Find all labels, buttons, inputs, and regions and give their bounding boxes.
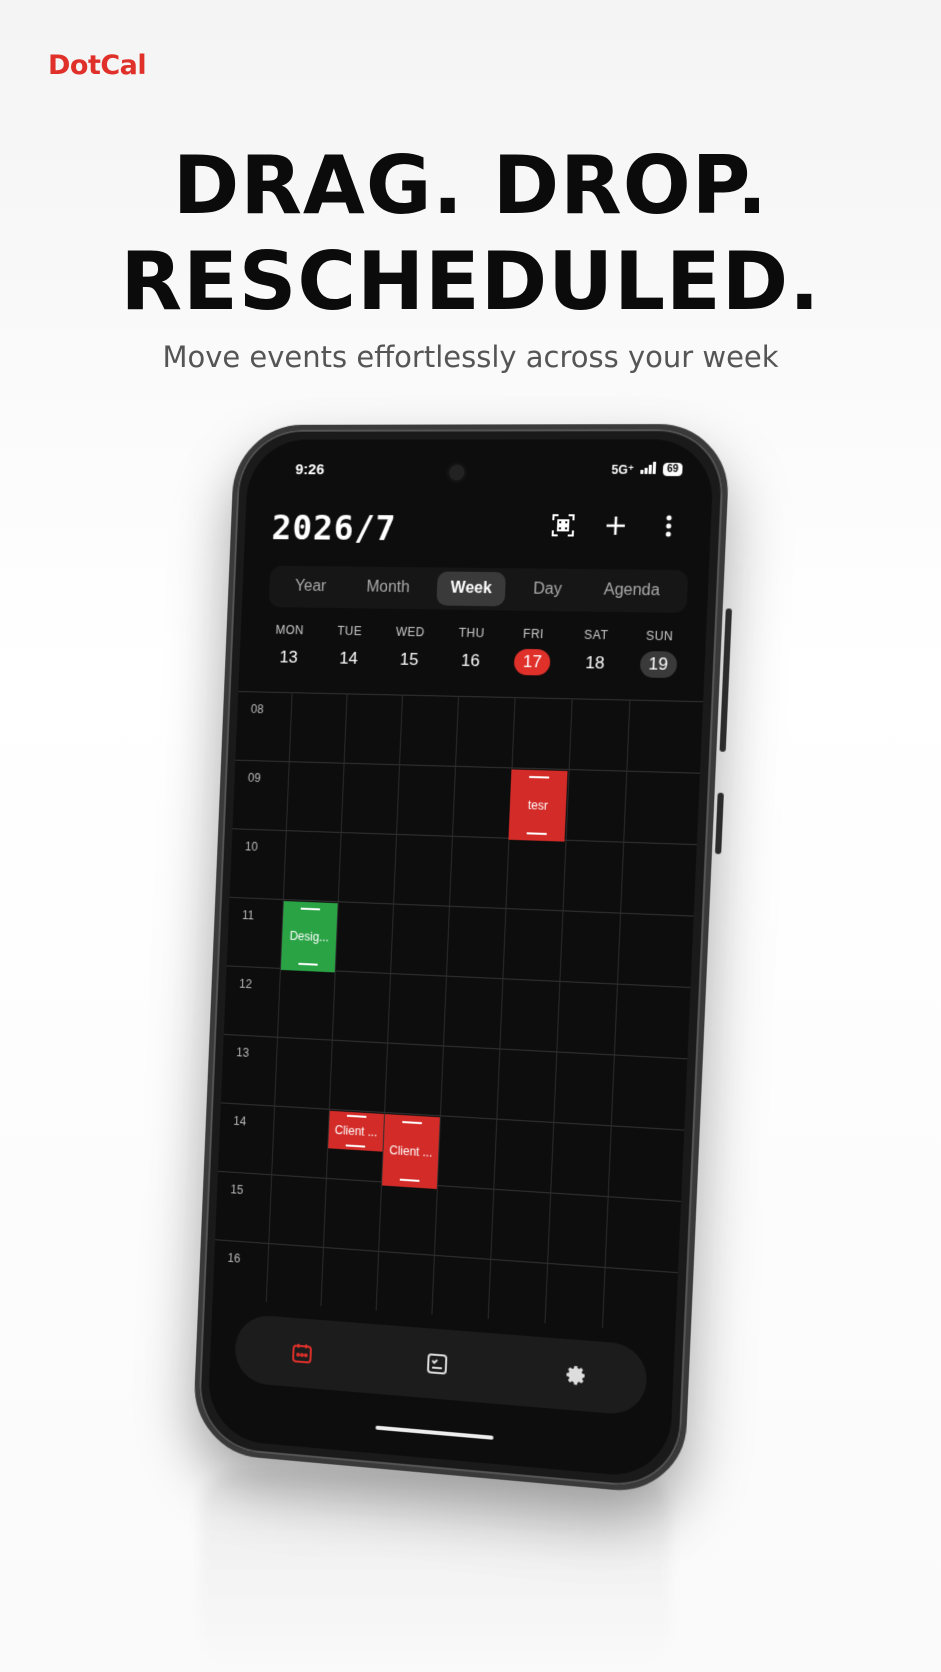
resize-handle-bottom[interactable]	[526, 832, 547, 835]
day-number: 18	[585, 653, 606, 673]
event-title: tesr	[527, 798, 549, 813]
hour-row: 08	[235, 691, 704, 773]
week-day-header: MON 13 TUE 14 WED 15 THU 16 FRI 17 SAT 1…	[258, 623, 692, 691]
day-of-week: THU	[458, 625, 485, 641]
day-number: 13	[279, 647, 298, 667]
tab-agenda[interactable]: Agenda	[589, 573, 675, 609]
resize-handle-top[interactable]	[346, 1114, 367, 1118]
power-button	[714, 792, 724, 855]
hour-label: 15	[230, 1182, 244, 1197]
day-of-week: SAT	[583, 627, 609, 643]
day-number: 15	[399, 649, 419, 670]
hour-label: 09	[247, 770, 261, 785]
event-title: Client ...	[334, 1122, 378, 1140]
event-block[interactable]: Client ...	[381, 1114, 440, 1190]
day-column-header[interactable]: MON 13	[258, 623, 320, 683]
phone-frame: 9:26 5G⁺ 69 2026/7 Year Month Week Day A…	[191, 423, 731, 1497]
tab-day[interactable]: Day	[518, 572, 576, 607]
event-title: Client ...	[389, 1143, 433, 1160]
resize-handle-bottom[interactable]	[298, 962, 318, 966]
subline: Move events effortlessly across your wee…	[162, 340, 779, 374]
battery-icon: 69	[662, 462, 683, 477]
event-block[interactable]: Client ...	[328, 1110, 385, 1152]
signal-icon	[640, 461, 657, 477]
week-time-grid[interactable]: 08 09 10 11 12 13 14 15 16 tesr Desig...…	[212, 691, 704, 1344]
home-indicator[interactable]	[375, 1425, 494, 1440]
resize-handle-top[interactable]	[300, 907, 321, 911]
day-of-week: SUN	[645, 628, 674, 644]
event-block[interactable]: tesr	[508, 769, 568, 842]
month-title[interactable]: 2026/7	[271, 509, 397, 549]
status-time: 9:26	[295, 461, 325, 479]
hour-label: 10	[244, 839, 259, 854]
phone-reflection	[200, 1470, 670, 1670]
selected-day-number: 19	[639, 650, 678, 679]
headline-line-1: DRAG. DROP.	[172, 139, 769, 232]
day-of-week: TUE	[337, 623, 363, 639]
view-switcher: Year Month Week Day Agenda	[268, 565, 689, 613]
toolbar	[550, 512, 683, 539]
tasks-icon[interactable]	[423, 1349, 452, 1379]
hour-label: 14	[233, 1113, 247, 1129]
day-column-header[interactable]: SAT 18	[563, 627, 629, 689]
day-number: 14	[338, 648, 359, 668]
calendar-icon[interactable]	[288, 1338, 316, 1368]
event-block[interactable]: Desig...	[280, 901, 338, 973]
front-camera	[445, 461, 469, 484]
resize-handle-bottom[interactable]	[345, 1144, 366, 1148]
resize-handle-top[interactable]	[529, 775, 550, 779]
status-icons: 5G⁺ 69	[611, 461, 683, 477]
more-options-icon[interactable]	[655, 513, 683, 540]
day-column-header[interactable]: TUE 14	[317, 624, 380, 685]
resize-handle-bottom[interactable]	[399, 1178, 420, 1182]
day-column-header[interactable]: THU 16	[439, 625, 503, 686]
day-column-header[interactable]: SUN 19	[625, 628, 691, 690]
network-label: 5G⁺	[611, 462, 635, 477]
phone-mockup: 9:26 5G⁺ 69 2026/7 Year Month Week Day A…	[191, 423, 733, 1497]
resize-handle-top[interactable]	[402, 1121, 422, 1125]
day-of-week: WED	[395, 624, 426, 640]
tab-year[interactable]: Year	[281, 570, 340, 604]
day-of-week: FRI	[522, 626, 545, 642]
hour-label: 12	[238, 976, 253, 992]
headline-line-2: RESCHEDULED.	[120, 235, 821, 328]
add-event-icon[interactable]	[602, 512, 630, 539]
event-title: Desig...	[289, 928, 330, 945]
hour-label: 13	[236, 1045, 250, 1060]
status-bar: 9:26 5G⁺ 69	[247, 457, 714, 488]
tab-month[interactable]: Month	[352, 571, 424, 606]
hour-label: 16	[227, 1250, 241, 1266]
day-of-week: MON	[275, 622, 305, 638]
qr-scan-icon[interactable]	[550, 512, 577, 538]
day-number: 16	[460, 650, 481, 671]
day-column-header[interactable]: FRI 17	[500, 626, 565, 688]
hour-label: 08	[250, 702, 264, 717]
gear-icon[interactable]	[561, 1360, 590, 1391]
today-day-number: 17	[513, 648, 551, 676]
tab-week[interactable]: Week	[436, 571, 507, 607]
day-column-header[interactable]: WED 15	[378, 625, 442, 686]
hour-label: 11	[241, 908, 255, 923]
brand-logo: DotCal	[48, 50, 147, 81]
phone-screen: 9:26 5G⁺ 69 2026/7 Year Month Week Day A…	[206, 439, 715, 1480]
